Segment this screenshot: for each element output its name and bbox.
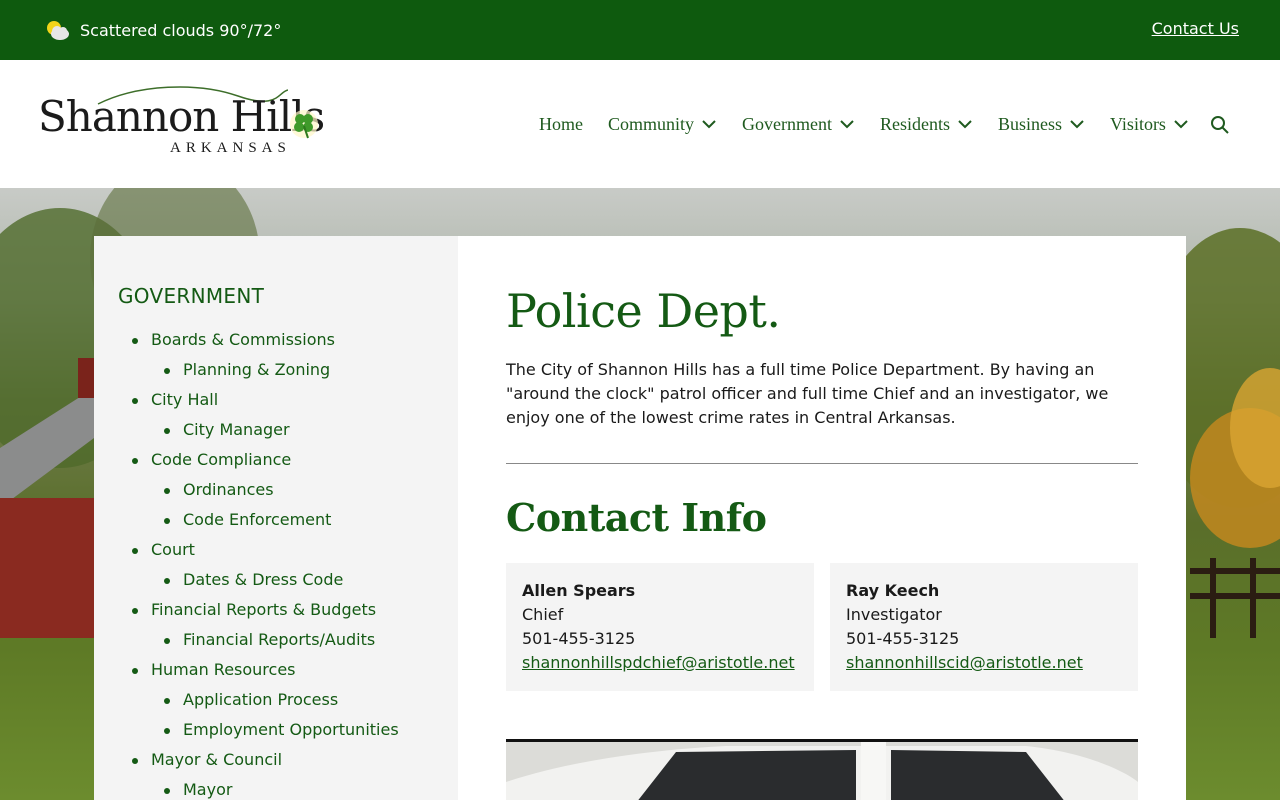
bullet-icon bbox=[132, 338, 138, 344]
sidebar-item[interactable]: Code Compliance bbox=[132, 450, 292, 469]
bullet-icon bbox=[164, 698, 170, 704]
sidebar-item[interactable]: Court bbox=[132, 540, 195, 559]
sidebar-item-label: City Hall bbox=[151, 390, 219, 409]
sidebar-title: GOVERNMENT bbox=[118, 284, 265, 308]
sidebar-item[interactable]: Application Process bbox=[164, 690, 339, 709]
intro-paragraph: The City of Shannon Hills has a full tim… bbox=[506, 360, 1109, 427]
partly-cloudy-icon bbox=[47, 21, 69, 40]
chevron-down-icon[interactable] bbox=[839, 116, 855, 132]
contact-card: Allen Spears Chief 501-455-3125 shannonh… bbox=[506, 563, 814, 691]
contact-role: Investigator bbox=[846, 605, 942, 624]
weather-widget: Scattered clouds 90°/72° bbox=[44, 17, 281, 43]
sidebar-item-label: Financial Reports & Budgets bbox=[151, 600, 377, 619]
contact-role: Chief bbox=[522, 605, 564, 624]
sidebar-item[interactable]: Financial Reports & Budgets bbox=[132, 600, 377, 619]
site-logo[interactable]: Shannon Hills ARKANSAS bbox=[38, 82, 338, 162]
nav-item-label: Residents bbox=[880, 113, 950, 134]
weather-text: Scattered clouds 90°/72° bbox=[80, 20, 282, 40]
sidebar-item[interactable]: City Hall bbox=[132, 390, 219, 409]
sidebar-item-label: City Manager bbox=[183, 420, 290, 439]
sidebar-item-label: Code Compliance bbox=[151, 450, 292, 469]
logo-subtitle: ARKANSAS bbox=[170, 140, 291, 156]
nav-item-business[interactable]: Business bbox=[998, 114, 1085, 135]
nav-item-label: Government bbox=[742, 113, 832, 134]
bullet-icon bbox=[164, 368, 170, 374]
nav-item-label: Visitors bbox=[1110, 113, 1166, 134]
bullet-icon bbox=[164, 578, 170, 584]
chevron-down-icon[interactable] bbox=[957, 116, 973, 132]
sidebar-item[interactable]: Mayor & Council bbox=[132, 750, 283, 769]
sidebar-item[interactable]: Ordinances bbox=[164, 480, 274, 499]
bullet-icon bbox=[132, 398, 138, 404]
sidebar-item-label: Court bbox=[151, 540, 195, 559]
site-header: Shannon Hills ARKANSAS Home Community Gove… bbox=[0, 60, 1280, 188]
sidebar-item[interactable]: Code Enforcement bbox=[164, 510, 332, 529]
nav-item-label: Home bbox=[539, 113, 583, 134]
sidebar-item[interactable]: Dates & Dress Code bbox=[164, 570, 344, 589]
nav-item-government[interactable]: Government bbox=[742, 114, 855, 135]
bullet-icon bbox=[164, 788, 170, 794]
sidebar-item-label: Application Process bbox=[183, 690, 339, 709]
bullet-icon bbox=[164, 638, 170, 644]
main-content: Police Dept. The City of Shannon Hills h… bbox=[458, 236, 1186, 800]
sidebar-item-label: Boards & Commissions bbox=[151, 330, 335, 349]
sidebar-item[interactable]: Mayor bbox=[164, 780, 233, 799]
bullet-icon bbox=[132, 608, 138, 614]
bullet-icon bbox=[132, 668, 138, 674]
sidebar-item[interactable]: Boards & Commissions bbox=[132, 330, 335, 349]
bullet-icon bbox=[164, 488, 170, 494]
sidebar-item[interactable]: Human Resources bbox=[132, 660, 296, 679]
police-car-illustration bbox=[506, 742, 1138, 800]
sidebar-item-label: Ordinances bbox=[183, 480, 274, 499]
sidebar-item-label: Human Resources bbox=[151, 660, 296, 679]
bullet-icon bbox=[164, 518, 170, 524]
nav-item-label: Community bbox=[608, 113, 695, 134]
chevron-down-icon[interactable] bbox=[1173, 116, 1189, 132]
main-nav: Home Community Government Residents Business… bbox=[539, 112, 1214, 136]
contact-phone: 501-455-3125 bbox=[846, 629, 960, 648]
page-title: Police Dept. bbox=[506, 284, 781, 338]
fence-illustration bbox=[1190, 558, 1280, 638]
bullet-icon bbox=[132, 548, 138, 554]
contact-phone: 501-455-3125 bbox=[522, 629, 636, 648]
sidebar-item-label: Code Enforcement bbox=[183, 510, 332, 529]
nav-item-visitors[interactable]: Visitors bbox=[1110, 114, 1189, 135]
sidebar-item-label: Planning & Zoning bbox=[183, 360, 331, 379]
bullet-icon bbox=[132, 758, 138, 764]
contact-email-link[interactable]: shannonhillscid@aristotle.net bbox=[846, 653, 1083, 672]
sidebar-item[interactable]: Financial Reports/Audits bbox=[164, 630, 376, 649]
sidebar-item-label: Mayor bbox=[183, 780, 233, 799]
contact-name: Ray Keech bbox=[846, 581, 940, 600]
barn-illustration bbox=[0, 358, 94, 638]
sidebar-item-label: Financial Reports/Audits bbox=[183, 630, 376, 649]
chevron-down-icon[interactable] bbox=[1069, 116, 1085, 132]
bullet-icon bbox=[164, 428, 170, 434]
nav-item-community[interactable]: Community bbox=[608, 114, 717, 135]
bullet-icon bbox=[164, 728, 170, 734]
sidebar-item[interactable]: Employment Opportunities bbox=[164, 720, 399, 739]
nav-item-label: Business bbox=[998, 113, 1063, 134]
sidebar-item-label: Employment Opportunities bbox=[183, 720, 399, 739]
contact-card: Ray Keech Investigator 501-455-3125 shan… bbox=[830, 563, 1138, 691]
sidebar-item[interactable]: City Manager bbox=[164, 420, 290, 439]
sidebar-item-label: Mayor & Council bbox=[151, 750, 283, 769]
nav-item-residents[interactable]: Residents bbox=[880, 114, 973, 135]
sidebar: GOVERNMENT Boards & Commissions Planning … bbox=[94, 236, 458, 800]
shamrock-icon bbox=[290, 110, 318, 139]
search-icon[interactable] bbox=[1210, 115, 1230, 135]
logo-wordmark: Shannon Hills bbox=[38, 92, 325, 141]
contact-email-link[interactable]: shannonhillspdchief@aristotle.net bbox=[522, 653, 795, 672]
divider bbox=[506, 463, 1138, 464]
sidebar-item-label: Dates & Dress Code bbox=[183, 570, 344, 589]
top-bar: Scattered clouds 90°/72° Contact Us bbox=[0, 0, 1280, 60]
sidebar-item[interactable]: Planning & Zoning bbox=[164, 360, 331, 379]
nav-item-home[interactable]: Home bbox=[539, 114, 583, 135]
police-car-photo bbox=[506, 739, 1138, 800]
contact-name: Allen Spears bbox=[522, 581, 636, 600]
bullet-icon bbox=[132, 458, 138, 464]
chevron-down-icon[interactable] bbox=[701, 116, 717, 132]
contact-us-link[interactable]: Contact Us bbox=[1152, 19, 1239, 38]
contact-info-heading: Contact Info bbox=[506, 495, 767, 540]
